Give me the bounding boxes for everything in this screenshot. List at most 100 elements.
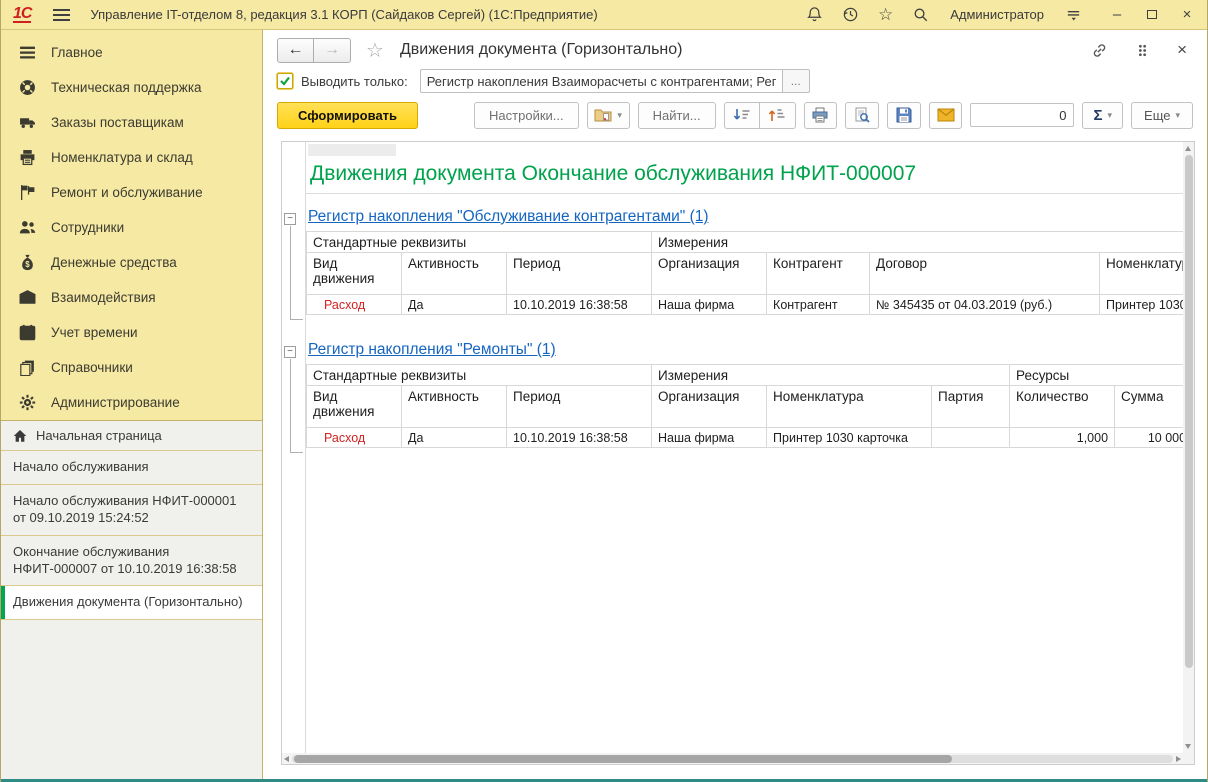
print-preview-button[interactable] [845,102,879,129]
column-header-cell[interactable]: Активность [402,386,507,428]
more-menu-button[interactable] [1134,42,1151,59]
favorite-star-button[interactable]: ☆ [366,38,384,63]
back-button[interactable]: ← [277,38,314,63]
collapse-group-button[interactable]: − [284,213,296,225]
service-menu-button[interactable] [1065,6,1082,23]
column-header-cell[interactable]: Количество [1010,386,1115,428]
group-header-cell[interactable]: Ресурсы [1010,365,1183,386]
history-button[interactable] [842,6,859,23]
filter-checkbox[interactable] [277,73,293,89]
column-header-cell[interactable]: Вид движения [307,386,402,428]
save-button[interactable] [887,102,921,129]
column-header-cell[interactable]: Активность [402,253,507,295]
report-title[interactable]: Движения документа Окончание обслуживани… [306,159,1183,194]
search-button[interactable] [912,6,929,23]
column-header-cell[interactable]: Период [507,386,652,428]
column-header-cell[interactable]: Номенклатура [1100,253,1183,295]
nav-history-item[interactable]: Окончание обслуживания НФИТ-000007 от 10… [1,536,262,587]
table-cell[interactable]: Принтер 1030 карточка [767,428,932,448]
column-header-cell[interactable]: Сумма [1115,386,1183,428]
minimize-button[interactable]: – [1109,6,1125,23]
vertical-scroll-thumb[interactable] [1185,155,1193,668]
column-header-cell[interactable]: Номенклатура [767,386,932,428]
table-cell[interactable]: Контрагент [767,295,870,315]
settings-button[interactable]: Настройки... [474,102,579,129]
sidebar-item[interactable]: Справочники [1,350,262,385]
horizontal-scroll-thumb[interactable] [294,755,952,763]
sidebar-item[interactable]: Администрирование [1,385,262,420]
collapse-group-button[interactable]: − [284,346,296,358]
sidebar-item[interactable]: Главное [1,35,262,70]
table-cell[interactable]: Расход [307,295,402,315]
register-link[interactable]: Регистр накопления "Ремонты" (1) [308,341,556,359]
table-cell[interactable]: 1,000 [1010,428,1115,448]
service-menu-icon [1065,6,1082,23]
collapse-groups-button[interactable] [724,102,760,129]
column-header-cell[interactable]: Вид движения [307,253,402,295]
nav-history-item[interactable]: Начало обслуживания НФИТ-000001 от 09.10… [1,485,262,536]
table-cell[interactable] [932,428,1010,448]
sidebar-item[interactable]: $Денежные средства [1,245,262,280]
find-button[interactable]: Найти... [638,102,716,129]
group-header-cell[interactable]: Измерения [652,232,1183,253]
column-header-cell[interactable]: Контрагент [767,253,870,295]
sidebar-item[interactable]: Учет времени [1,315,262,350]
vertical-scrollbar[interactable] [1183,142,1194,753]
more-button[interactable]: Еще ▾ [1131,102,1193,129]
column-header-cell[interactable]: Партия [932,386,1010,428]
send-email-button[interactable] [929,102,963,129]
table-cell[interactable]: Принтер 1030 карточка [1100,295,1183,315]
report-body: −Регистр накопления "Обслуживание контра… [306,206,1183,448]
group-header-cell[interactable]: Стандартные реквизиты [307,365,652,386]
table-cell[interactable]: Расход [307,428,402,448]
sidebar-item[interactable]: Сотрудники [1,210,262,245]
nav-home[interactable]: Начальная страница [1,421,262,451]
sum-button[interactable]: Σ ▾ [1082,102,1123,129]
expand-groups-button[interactable] [760,102,796,129]
sidebar-item[interactable]: Заказы поставщикам [1,105,262,140]
table-cell[interactable]: Наша фирма [652,295,767,315]
nav-history-item[interactable]: Начало обслуживания [1,451,262,485]
scroll-down-arrow[interactable] [1185,744,1191,749]
sidebar-item[interactable]: Ремонт и обслуживание [1,175,262,210]
group-header-cell[interactable]: Стандартные реквизиты [307,232,652,253]
column-header-cell[interactable]: Организация [652,386,767,428]
table-cell[interactable]: Да [402,295,507,315]
sidebar-item[interactable]: Номенклатура и склад [1,140,262,175]
table-cell[interactable]: Наша фирма [652,428,767,448]
maximize-button[interactable] [1144,6,1160,23]
scroll-left-arrow[interactable] [284,756,289,762]
nav-history-item[interactable]: Движения документа (Горизонтально) [1,586,262,620]
user-menu[interactable]: Администратор [950,7,1044,22]
generate-button[interactable]: Сформировать [277,102,418,129]
favorites-button[interactable]: ☆ [878,6,893,23]
column-header-cell[interactable]: Организация [652,253,767,295]
close-form-button[interactable]: × [1177,40,1187,60]
forward-button[interactable]: → [314,38,351,63]
report-viewport[interactable]: Движения документа Окончание обслуживани… [282,142,1183,753]
filter-input[interactable] [420,69,782,93]
group-header-cell[interactable]: Измерения [652,365,1010,386]
scroll-right-arrow[interactable] [1176,756,1181,762]
column-header-row: Вид движенияАктивностьПериодОрганизацияН… [307,386,1184,428]
table-cell[interactable]: 10.10.2019 16:38:58 [507,428,652,448]
counter-input[interactable] [970,103,1074,127]
get-link-button[interactable] [1091,42,1108,59]
table-cell[interactable]: 10.10.2019 16:38:58 [507,295,652,315]
scroll-up-arrow[interactable] [1185,146,1191,151]
hamburger-menu-button[interactable] [53,8,70,22]
filter-choose-button[interactable]: ... [782,69,810,93]
table-cell[interactable]: 10 000 [1115,428,1183,448]
column-header-cell[interactable]: Договор [870,253,1100,295]
report-variants-button[interactable]: ▾ [587,102,630,129]
close-button[interactable]: × [1179,6,1195,23]
column-header-cell[interactable]: Период [507,253,652,295]
table-cell[interactable]: Да [402,428,507,448]
table-cell[interactable]: № 345435 от 04.03.2019 (руб.) [870,295,1100,315]
register-link[interactable]: Регистр накопления "Обслуживание контраг… [308,208,709,226]
sidebar-item[interactable]: Взаимодействия [1,280,262,315]
sidebar-item[interactable]: Техническая поддержка [1,70,262,105]
horizontal-scrollbar[interactable] [282,753,1183,764]
notifications-button[interactable] [806,6,823,23]
print-button[interactable] [804,102,838,129]
